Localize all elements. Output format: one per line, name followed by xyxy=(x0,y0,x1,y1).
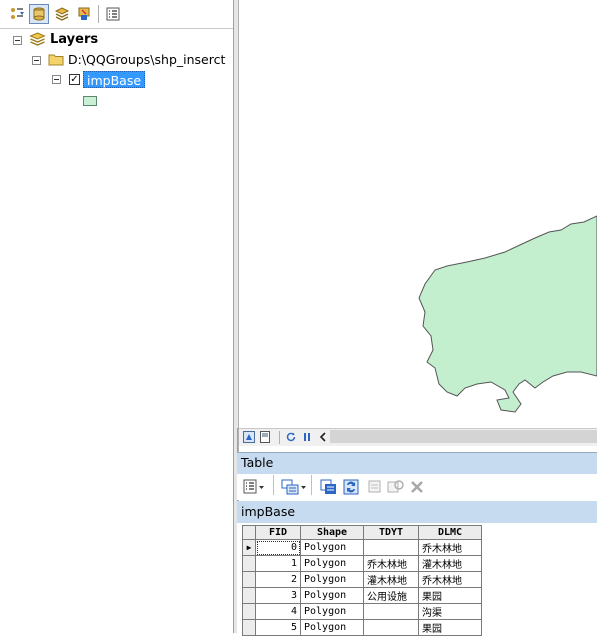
layer-visibility-checkbox[interactable]: ✓ xyxy=(69,74,80,85)
layer-collapse-toggle[interactable] xyxy=(52,75,61,84)
clear-selection-icon[interactable] xyxy=(367,479,383,498)
table-row[interactable]: 3 Polygon 公用设施 果园 xyxy=(242,587,482,604)
layers-collapse-toggle[interactable] xyxy=(13,36,22,45)
list-by-selection-icon[interactable] xyxy=(74,4,94,24)
switch-selection-icon[interactable] xyxy=(343,479,360,498)
cell-dlmc[interactable]: 乔木林地 xyxy=(418,571,482,588)
cell-shape[interactable]: Polygon xyxy=(300,571,364,588)
cell-fid[interactable]: 3 xyxy=(255,587,301,604)
row-selector[interactable] xyxy=(242,587,256,604)
layout-view-icon[interactable] xyxy=(259,431,271,446)
map-view[interactable] xyxy=(239,0,597,428)
toc-toolbar xyxy=(0,0,233,29)
refresh-icon[interactable] xyxy=(285,431,297,446)
row-selector-header[interactable] xyxy=(242,525,256,540)
delete-selected-icon[interactable] xyxy=(410,479,424,498)
table-header-row: FID Shape TDYT DLMC xyxy=(242,525,482,540)
table-options-icon[interactable] xyxy=(243,479,265,498)
data-source-path[interactable]: D:\QQGroups\shp_inserct xyxy=(68,52,225,67)
list-by-source-icon[interactable] xyxy=(29,4,49,24)
select-by-attributes-icon[interactable] xyxy=(320,479,337,498)
options-icon[interactable] xyxy=(103,4,123,24)
map-horizontal-scrollbar[interactable] xyxy=(330,430,597,443)
layer-name-selected[interactable]: impBase xyxy=(83,71,146,88)
list-by-visibility-icon[interactable] xyxy=(52,4,72,24)
cell-shape[interactable]: Polygon xyxy=(300,619,364,636)
table-row[interactable]: 2 Polygon 灌木林地 乔木林地 xyxy=(242,571,482,588)
cell-fid[interactable]: 4 xyxy=(255,603,301,620)
cell-dlmc[interactable]: 沟渠 xyxy=(418,603,482,620)
cell-dlmc[interactable]: 灌木林地 xyxy=(418,555,482,572)
map-polygon xyxy=(418,215,597,413)
cell-fid[interactable]: 5 xyxy=(255,619,301,636)
data-view-icon[interactable] xyxy=(243,431,255,446)
row-selector[interactable] xyxy=(242,619,256,636)
list-by-drawing-order-icon[interactable] xyxy=(7,4,27,24)
cell-fid[interactable]: 1 xyxy=(255,555,301,572)
row-selector[interactable] xyxy=(242,603,256,620)
cell-tdyt[interactable]: 乔木林地 xyxy=(363,555,419,572)
row-selector[interactable] xyxy=(242,571,256,588)
table-window-titlebar[interactable] xyxy=(237,452,597,475)
cell-tdyt[interactable] xyxy=(363,619,419,636)
layers-label[interactable]: Layers xyxy=(50,32,98,47)
pause-icon[interactable] xyxy=(301,431,313,446)
cell-shape[interactable]: Polygon xyxy=(300,603,364,620)
table-row[interactable]: 5 Polygon 果园 xyxy=(242,619,482,636)
cell-dlmc[interactable]: 果园 xyxy=(418,587,482,604)
cell-tdyt[interactable] xyxy=(363,603,419,620)
table-toolbar xyxy=(237,474,597,500)
related-tables-icon[interactable] xyxy=(281,479,307,498)
cell-fid[interactable]: 0 xyxy=(255,539,301,556)
cell-tdyt[interactable]: 公用设施 xyxy=(363,587,419,604)
table-of-contents-panel xyxy=(0,0,234,633)
legend-swatch xyxy=(83,96,97,106)
scroll-left-icon[interactable] xyxy=(318,431,328,446)
folder-collapse-toggle[interactable] xyxy=(32,56,41,65)
layers-icon xyxy=(29,32,46,49)
cell-tdyt[interactable]: 灌木林地 xyxy=(363,571,419,588)
column-header-tdyt[interactable]: TDYT xyxy=(363,525,419,540)
column-header-shape[interactable]: Shape xyxy=(300,525,364,540)
cell-dlmc[interactable]: 果园 xyxy=(418,619,482,636)
table-window-title: Table xyxy=(241,455,274,470)
zoom-to-selected-icon[interactable] xyxy=(387,479,405,498)
column-header-fid[interactable]: FID xyxy=(255,525,301,540)
column-header-dlmc[interactable]: DLMC xyxy=(418,525,482,540)
table-row[interactable]: ▶ 0 Polygon 乔木林地 xyxy=(242,539,482,556)
row-selector-current[interactable]: ▶ xyxy=(242,539,256,556)
cell-shape[interactable]: Polygon xyxy=(300,587,364,604)
cell-dlmc[interactable]: 乔木林地 xyxy=(418,539,482,556)
table-tab-impbase[interactable]: impBase xyxy=(241,504,295,519)
cell-tdyt[interactable] xyxy=(363,539,419,556)
table-row[interactable]: 4 Polygon 沟渠 xyxy=(242,603,482,620)
cell-shape[interactable]: Polygon xyxy=(300,555,364,572)
folder-icon xyxy=(48,53,64,69)
map-polygon-layer xyxy=(418,215,597,413)
table-row[interactable]: 1 Polygon 乔木林地 灌木林地 xyxy=(242,555,482,572)
row-selector[interactable] xyxy=(242,555,256,572)
cell-shape[interactable]: Polygon xyxy=(300,539,364,556)
attribute-table: FID Shape TDYT DLMC ▶ 0 Polygon 乔木林地 1 P… xyxy=(242,525,482,636)
cell-fid[interactable]: 2 xyxy=(255,571,301,588)
